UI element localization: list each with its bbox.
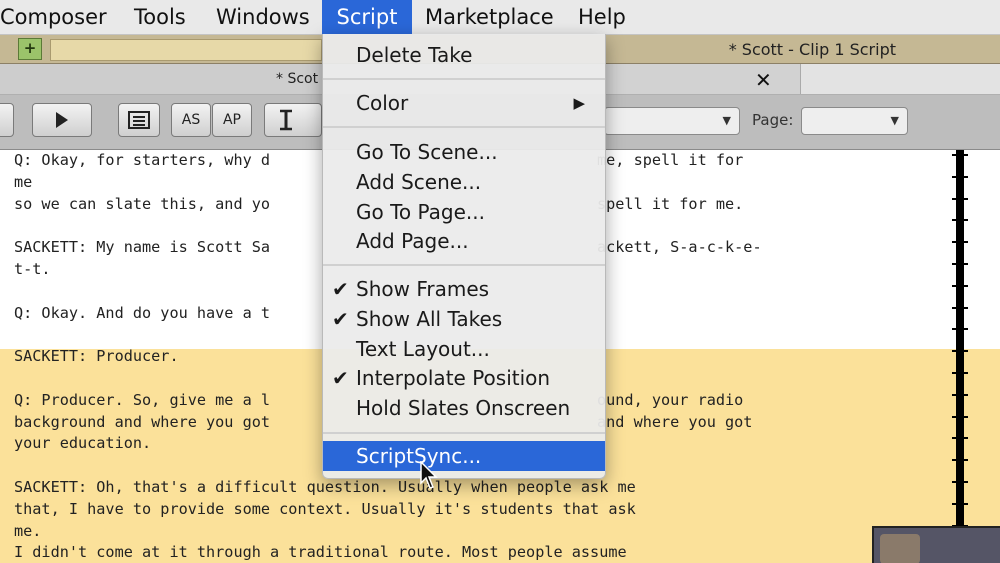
chevron-down-icon: ▼ [890, 114, 899, 127]
menu-item-hold-slates[interactable]: Hold Slates Onscreen [323, 393, 605, 423]
track-tick [952, 198, 968, 200]
track-tick [952, 437, 968, 439]
close-icon[interactable]: ✕ [755, 64, 772, 96]
menu-item-interpolate-position[interactable]: ✔ Interpolate Position [323, 363, 605, 393]
track-tick [952, 307, 968, 309]
menu-separator [323, 264, 605, 266]
window-tab-right[interactable] [800, 64, 1000, 94]
track-tick [952, 459, 968, 461]
toolbar-button-partial[interactable] [0, 103, 14, 137]
script-line: spell it for me. [597, 194, 744, 213]
menu-item-go-to-page[interactable]: Go To Page... [323, 197, 605, 227]
track-tick [952, 350, 968, 352]
window-tab[interactable] [0, 64, 322, 94]
script-line: I didn't come at it through a traditiona… [14, 543, 627, 562]
thumbnail-image [880, 534, 920, 563]
script-menu: Delete Take Color ▶ Go To Scene... Add Sc… [322, 34, 606, 479]
window-tab-title: * Scot [276, 71, 319, 87]
toolbar-select[interactable]: ▼ [604, 107, 740, 135]
menu-item-go-to-scene[interactable]: Go To Scene... [323, 137, 605, 167]
menu-separator [323, 432, 605, 434]
play-icon [56, 112, 68, 128]
script-line: ackett, S-a-c-k-e- [597, 238, 762, 257]
script-line: ound, your radio [597, 390, 744, 409]
video-thumbnail[interactable] [872, 526, 1000, 563]
menu-help[interactable]: Help [578, 0, 626, 34]
menu-composer[interactable]: Composer [0, 0, 107, 34]
track-tick [952, 154, 968, 156]
script-line: me, spell it for [597, 151, 744, 169]
menu-item-color[interactable]: Color ▶ [323, 88, 605, 118]
chevron-down-icon: ▼ [722, 114, 731, 127]
script-line: that, I have to provide some context. Us… [14, 499, 636, 518]
checkmark-icon: ✔ [332, 366, 349, 390]
add-icon[interactable]: + [18, 38, 42, 60]
menu-item-add-page[interactable]: Add Page... [323, 226, 605, 256]
checkmark-icon: ✔ [332, 277, 349, 301]
track-tick [952, 503, 968, 505]
menu-marketplace[interactable]: Marketplace [425, 0, 554, 34]
menu-separator [323, 78, 605, 80]
bin-tab-strip [50, 39, 322, 61]
track-tick [952, 481, 968, 483]
menu-bar: Composer Tools Windows Script Marketplac… [0, 0, 1000, 35]
menu-tools[interactable]: Tools [134, 0, 186, 34]
page-select[interactable]: ▼ [801, 107, 908, 135]
menu-item-show-all-takes[interactable]: ✔ Show All Takes [323, 304, 605, 334]
take-track[interactable] [956, 150, 964, 563]
menu-windows[interactable]: Windows [216, 0, 310, 34]
script-line: me. [14, 521, 42, 540]
text-cursor-icon [280, 109, 292, 131]
track-tick [952, 328, 968, 330]
ap-button[interactable]: AP [212, 103, 252, 137]
menu-separator [323, 126, 605, 128]
track-tick [952, 176, 968, 178]
play-button[interactable] [32, 103, 92, 137]
script-text-right: me, spell it for spell it for me. ackett… [597, 150, 762, 433]
menu-script[interactable]: Script [322, 0, 412, 34]
menu-item-add-scene[interactable]: Add Scene... [323, 167, 605, 197]
text-cursor-button[interactable] [264, 103, 322, 137]
track-tick [952, 241, 968, 243]
list-view-button[interactable] [118, 103, 160, 137]
mouse-cursor-icon [420, 461, 438, 489]
track-tick [952, 416, 968, 418]
script-line: and where you got [597, 412, 753, 431]
track-tick [952, 372, 968, 374]
list-icon [128, 111, 150, 129]
script-line: SACKETT: Oh, that's a difficult question… [14, 477, 636, 496]
menu-item-text-layout[interactable]: Text Layout... [323, 334, 605, 364]
checkmark-icon: ✔ [332, 307, 349, 331]
track-tick [952, 219, 968, 221]
submenu-arrow-icon: ▶ [573, 94, 585, 112]
track-tick [952, 263, 968, 265]
bin-title: * Scott - Clip 1 Script [728, 40, 896, 59]
menu-item-show-frames[interactable]: ✔ Show Frames [323, 274, 605, 304]
track-tick [952, 394, 968, 396]
as-button[interactable]: AS [171, 103, 211, 137]
menu-item-delete-take[interactable]: Delete Take [323, 40, 605, 70]
page-label: Page: [752, 111, 794, 129]
menu-item-scriptsync[interactable]: ScriptSync... [323, 441, 605, 471]
track-tick [952, 285, 968, 287]
